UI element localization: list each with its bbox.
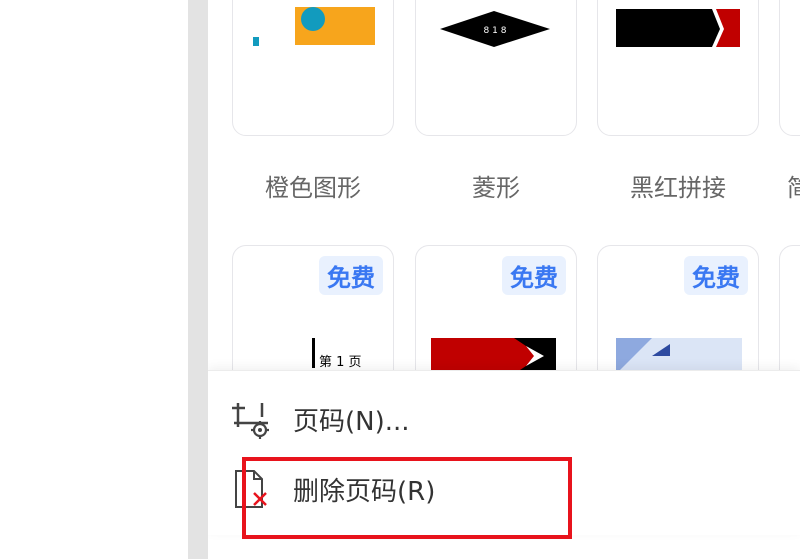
left-blank-area: [0, 0, 188, 559]
black-red-thumbnail: [616, 9, 740, 47]
template-card-black-red[interactable]: [597, 0, 759, 136]
template-label-diamond: 菱形: [472, 174, 520, 202]
template-label-simple: 简: [787, 174, 800, 202]
page-label-thumb-text: 第 1 页: [319, 355, 362, 370]
menu-item-delete-page-number[interactable]: 删除页码(R): [208, 463, 800, 515]
diamond-thumb-text: 8 1 8: [484, 26, 507, 36]
template-card-simple[interactable]: [779, 0, 800, 136]
panel-divider: [188, 0, 208, 559]
menu-item-page-number[interactable]: 页码(N)...: [208, 393, 800, 445]
orange-shape-thumbnail: [253, 7, 375, 46]
template-label-black-red: 黑红拼接: [630, 174, 726, 202]
diamond-thumbnail: 8 1 8: [440, 11, 550, 47]
delete-page-number-icon: [235, 470, 267, 508]
menu-item-label: 页码(N)...: [293, 406, 410, 437]
page-number-gallery-panel: 橙色图形 8 1 8 菱形 黑红拼接 简 免费 第 1 页 免费 免费 页码(N…: [208, 0, 800, 559]
template-card-orange-shape[interactable]: [232, 0, 394, 136]
menu-item-label: 删除页码(R): [293, 476, 436, 507]
page-number-menu: 页码(N)... 删除页码(R): [208, 370, 800, 535]
template-card-diamond[interactable]: 8 1 8: [415, 0, 577, 136]
template-label-orange-shape: 橙色图形: [265, 174, 361, 202]
page-number-settings-icon: [232, 403, 269, 439]
